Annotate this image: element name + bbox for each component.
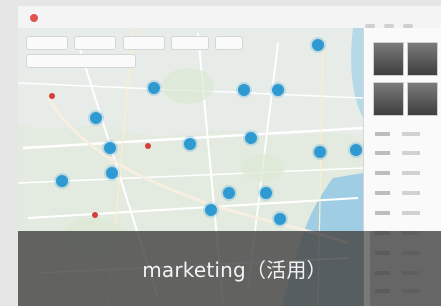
photo-thumbnail[interactable] <box>407 82 438 116</box>
photo-thumbnail[interactable] <box>373 42 404 76</box>
map-cluster-icon[interactable] <box>350 144 362 156</box>
map-cluster-icon[interactable] <box>260 187 272 199</box>
map-filter-select[interactable] <box>171 36 209 50</box>
photo-thumbnail[interactable] <box>373 82 404 116</box>
map-search-input[interactable] <box>26 36 68 50</box>
map-cluster-icon[interactable] <box>274 213 286 225</box>
map-cluster-icon[interactable] <box>184 138 196 150</box>
caption-text: marketing（活用） <box>142 258 327 282</box>
map-marker-icon[interactable] <box>49 93 55 99</box>
map-cluster-icon[interactable] <box>272 84 284 96</box>
map-cluster-icon[interactable] <box>245 132 257 144</box>
map-marker-icon[interactable] <box>92 212 98 218</box>
detail-row <box>375 191 431 197</box>
map-filter-select[interactable] <box>123 36 165 50</box>
detail-row <box>375 171 431 177</box>
map-cluster-icon[interactable] <box>314 146 326 158</box>
caption-divider <box>364 231 370 306</box>
map-zoom-control[interactable] <box>215 36 243 50</box>
detail-row <box>375 211 431 217</box>
map-cluster-icon[interactable] <box>238 84 250 96</box>
map-cluster-icon[interactable] <box>104 142 116 154</box>
map-cluster-icon[interactable] <box>148 82 160 94</box>
map-marker-icon[interactable] <box>145 143 151 149</box>
detail-row <box>375 132 431 138</box>
map-layer-toggle[interactable] <box>26 54 136 68</box>
detail-row <box>375 151 431 157</box>
map-cluster-icon[interactable] <box>56 175 68 187</box>
map-cluster-icon[interactable] <box>312 39 324 51</box>
map-cluster-icon[interactable] <box>205 204 217 216</box>
header-actions <box>361 13 431 47</box>
brand-icon <box>30 14 38 22</box>
map-filter-select[interactable] <box>74 36 116 50</box>
screenshot-frame: marketing（活用） <box>0 0 441 306</box>
map-cluster-icon[interactable] <box>223 187 235 199</box>
map-cluster-icon[interactable] <box>90 112 102 124</box>
brand-placeholder <box>44 12 124 22</box>
map-cluster-icon[interactable] <box>106 167 118 179</box>
app-header <box>18 6 441 47</box>
photo-thumbnail[interactable] <box>407 42 438 76</box>
map-toolbar <box>26 36 246 68</box>
caption-banner: marketing（活用） <box>18 231 441 306</box>
